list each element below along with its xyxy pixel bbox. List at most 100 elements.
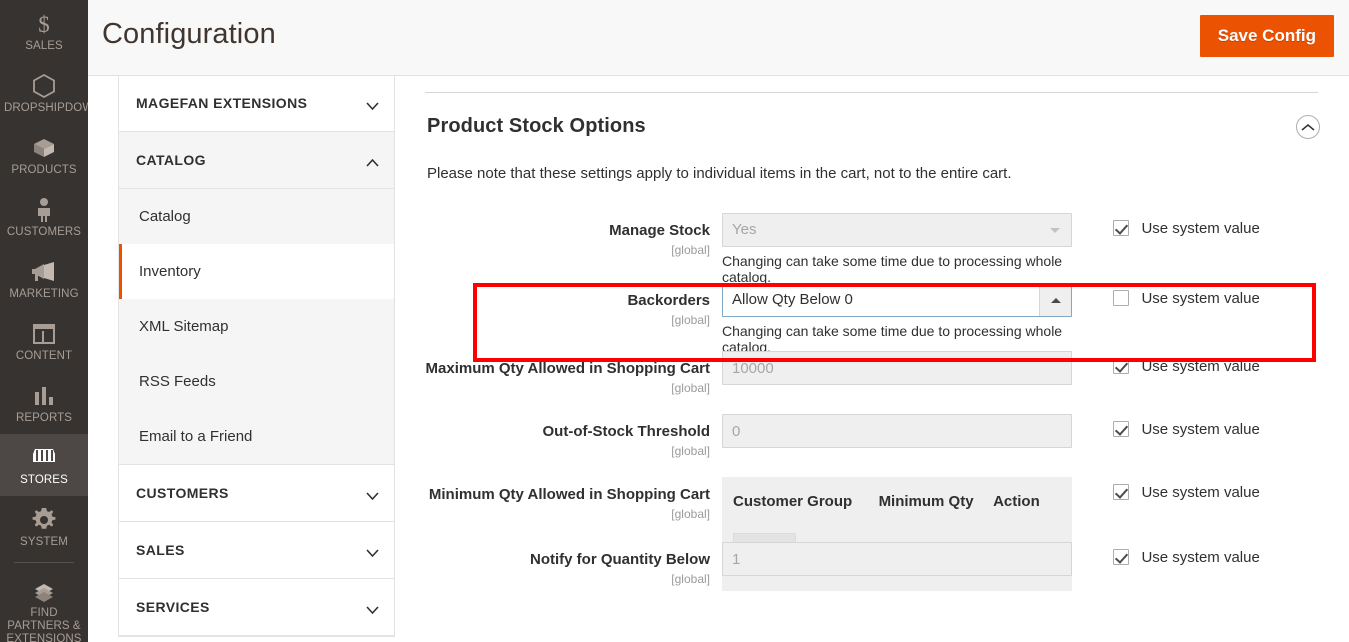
dollar-icon: $ [4, 11, 84, 37]
sidebar-item-products[interactable]: PRODUCTS [0, 124, 88, 186]
nav-group-sales[interactable]: SALES [119, 522, 394, 579]
sidebar-item-reports[interactable]: REPORTS [0, 372, 88, 434]
sidebar-item-content[interactable]: CONTENT [0, 310, 88, 372]
sidebar-item-dropshipdownload[interactable]: DROPSHIPDOWNLOAD [0, 62, 88, 124]
backorders-dropdown-button[interactable] [1039, 284, 1071, 316]
use-system-value-manage-stock[interactable]: Use system value [1113, 220, 1260, 238]
use-system-value-label: Use system value [1141, 421, 1260, 438]
use-system-value-minimum-qty[interactable]: Use system value [1113, 484, 1260, 502]
nav-group-magefan-extensions[interactable]: MAGEFAN EXTENSIONS [119, 75, 394, 132]
backorders-select[interactable]: Allow Qty Below 0 [722, 283, 1072, 317]
sidebar-item-label: MARKETING [9, 288, 79, 300]
field-label-manage-stock: Manage Stock [global] [425, 221, 710, 260]
sidebar-item-label: STORES [20, 474, 68, 486]
sidebar-item-label: REPORTS [15, 412, 73, 424]
use-system-value-checkbox[interactable] [1113, 290, 1129, 306]
sidebar-item-label: SYSTEM [20, 536, 68, 548]
manage-stock-value: Yes [732, 221, 757, 238]
sidebar-item-catalog[interactable]: Catalog [119, 189, 394, 244]
sidebar-item-stores[interactable]: STORES [0, 434, 88, 496]
backorders-value: Allow Qty Below 0 [732, 291, 853, 308]
use-system-value-out-of-stock-threshold[interactable]: Use system value [1113, 421, 1260, 439]
field-label-out-of-stock-threshold: Out-of-Stock Threshold [global] [425, 422, 711, 461]
box-icon [4, 135, 84, 161]
out-of-stock-threshold-input [722, 414, 1072, 448]
use-system-value-label: Use system value [1141, 549, 1260, 566]
chevron-up-circle-icon[interactable] [1296, 115, 1320, 139]
field-control-manage-stock: Yes Changing can take some time due to p… [722, 213, 1072, 285]
field-row-manage-stock: Manage Stock [global] Yes Changing can t… [425, 213, 1325, 285]
field-scope-tag: [global] [671, 243, 710, 257]
sidebar-item-rss-feeds[interactable]: RSS Feeds [119, 354, 394, 409]
hexagon-icon [4, 73, 84, 99]
use-system-value-label: Use system value [1141, 220, 1260, 237]
nav-group-services[interactable]: SERVICES [119, 579, 394, 636]
section-title: Product Stock Options [427, 115, 646, 137]
chevron-up-icon [1051, 298, 1061, 303]
sidebar-divider [14, 562, 74, 563]
nav-group-catalog[interactable]: CATALOG [119, 132, 394, 189]
nav-group-label: CUSTOMERS [136, 485, 229, 501]
bar-chart-icon [4, 383, 84, 409]
sidebar-item-inventory[interactable]: Inventory [119, 244, 394, 299]
field-scope-tag: [global] [671, 444, 710, 458]
field-label-text: Minimum Qty Allowed in Shopping Cart [428, 486, 710, 503]
sidebar-item-customers[interactable]: CUSTOMERS [0, 186, 88, 248]
field-label-text: Notify for Quantity Below [530, 551, 710, 568]
field-label-maximum-qty-allowed: Maximum Qty Allowed in Shopping Cart [gl… [425, 359, 710, 398]
chevron-down-icon [366, 602, 379, 615]
use-system-value-maximum-qty[interactable]: Use system value [1113, 358, 1260, 376]
field-scope-tag: [global] [671, 572, 710, 586]
gear-icon [4, 507, 84, 533]
sidebar-item-sales[interactable]: $ SALES [0, 0, 88, 62]
save-config-button[interactable]: Save Config [1199, 15, 1334, 57]
field-row-out-of-stock-threshold: Out-of-Stock Threshold [global] Use syst… [425, 414, 1325, 458]
sidebar-item-email-to-a-friend[interactable]: Email to a Friend [119, 409, 394, 464]
sidebar-item-label: DROPSHIPDOWNLOAD [4, 102, 88, 114]
field-label-notify-for-quantity-below: Notify for Quantity Below [global] [425, 550, 710, 589]
sidebar-item-marketing[interactable]: MARKETING [0, 248, 88, 310]
nav-group-label: SALES [136, 542, 185, 558]
chevron-up-icon [366, 155, 379, 167]
section-note: Please note that these settings apply to… [427, 165, 1012, 182]
field-scope-tag: [global] [671, 507, 710, 521]
sidebar-item-system[interactable]: SYSTEM [0, 496, 88, 558]
use-system-value-backorders[interactable]: Use system value [1113, 290, 1260, 308]
column-header-action: Action [993, 493, 1040, 510]
sidebar-item-xml-sitemap[interactable]: XML Sitemap [119, 299, 394, 354]
field-scope-tag: [global] [671, 381, 710, 395]
nav-group-customers[interactable]: CUSTOMERS [119, 465, 394, 522]
table-header-row: Customer Group Minimum Qty Action [723, 478, 1071, 523]
configuration-section-nav: MAGEFAN EXTENSIONS CATALOG Catalog Inven… [118, 60, 395, 637]
use-system-value-checkbox[interactable] [1113, 358, 1129, 374]
admin-sidebar: $ SALES DROPSHIPDOWNLOAD PRODUCTS CUSTOM… [0, 0, 88, 642]
nav-sub-list-catalog: Catalog Inventory XML Sitemap RSS Feeds … [119, 189, 394, 465]
manage-stock-dropdown-button [1039, 214, 1071, 246]
use-system-value-checkbox[interactable] [1113, 421, 1129, 437]
maximum-qty-input [722, 351, 1072, 385]
megaphone-icon [4, 259, 84, 285]
field-row-maximum-qty-allowed: Maximum Qty Allowed in Shopping Cart [gl… [425, 351, 1325, 395]
chevron-down-icon [1050, 228, 1060, 233]
manage-stock-select: Yes [722, 213, 1072, 247]
sidebar-item-label: CUSTOMERS [6, 226, 82, 238]
column-header-minimum-qty: Minimum Qty [878, 493, 974, 510]
product-stock-options-header: Product Stock Options [425, 93, 1325, 139]
use-system-value-checkbox[interactable] [1113, 549, 1129, 565]
use-system-value-label: Use system value [1141, 358, 1260, 375]
use-system-value-checkbox[interactable] [1113, 484, 1129, 500]
nav-group-label: MAGEFAN EXTENSIONS [136, 95, 308, 111]
field-hint-manage-stock: Changing can take some time due to proce… [722, 253, 1063, 285]
page-header: Configuration Save Config [88, 0, 1349, 76]
field-control-notify-for-quantity-below [722, 542, 1072, 576]
page-title: Configuration [102, 18, 276, 50]
sidebar-item-find-partners-extensions[interactable]: FIND PARTNERS & EXTENSIONS [0, 567, 88, 642]
svg-text:$: $ [38, 12, 50, 36]
field-label-text: Backorders [627, 292, 710, 309]
field-scope-tag: [global] [671, 313, 710, 327]
sidebar-item-label: PRODUCTS [11, 164, 77, 176]
use-system-value-checkbox[interactable] [1113, 220, 1129, 236]
column-header-customer-group: Customer Group [733, 493, 853, 510]
field-control-maximum-qty-allowed [722, 351, 1072, 385]
use-system-value-notify-for-quantity-below[interactable]: Use system value [1113, 549, 1260, 567]
